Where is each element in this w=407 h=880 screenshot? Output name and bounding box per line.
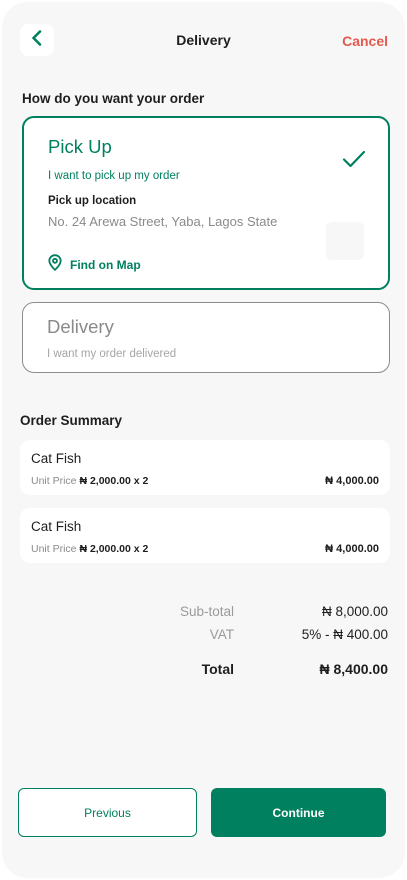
subtotal-value: ₦ 8,000.00 [321, 604, 388, 619]
delivery-screen: Delivery Cancel How do you want your ord… [2, 2, 405, 878]
item-unit-price: Unit Price ₦ 2,000.00 x 2 [31, 475, 148, 487]
vat-label: VAT [209, 627, 234, 642]
subtotal-row: Sub-total ₦ 8,000.00 [2, 604, 405, 622]
continue-button[interactable]: Continue [211, 788, 386, 837]
map-thumbnail-icon [326, 222, 364, 260]
find-on-map-link[interactable]: Find on Map [48, 254, 141, 276]
order-item: Cat Fish Unit Price ₦ 2,000.00 x 2 ₦ 4,0… [20, 440, 390, 495]
subtotal-label: Sub-total [179, 604, 234, 619]
unit-price-label: Unit Price [31, 475, 77, 487]
unit-price-value: ₦ 2,000.00 x 2 [79, 475, 149, 487]
location-pin-icon [48, 254, 62, 276]
unit-price-value: ₦ 2,000.00 x 2 [79, 543, 149, 555]
pickup-location-value: No. 24 Arewa Street, Yaba, Lagos State [48, 214, 278, 229]
order-summary-title: Order Summary [20, 413, 123, 428]
item-total: ₦ 4,000.00 [325, 475, 379, 487]
vat-value: 5% - ₦ 400.00 [301, 627, 388, 642]
order-method-question: How do you want your order [22, 91, 205, 106]
unit-price-label: Unit Price [31, 543, 77, 555]
item-name: Cat Fish [31, 519, 82, 534]
cancel-button[interactable]: Cancel [342, 33, 388, 49]
find-on-map-label: Find on Map [70, 258, 141, 272]
delivery-option-card[interactable]: Delivery I want my order delivered [22, 302, 390, 373]
header: Delivery Cancel [2, 24, 405, 56]
item-total: ₦ 4,000.00 [325, 543, 379, 555]
total-value: ₦ 8,400.00 [319, 661, 389, 677]
pickup-location-label: Pick up location [48, 195, 137, 207]
delivery-title: Delivery [47, 316, 114, 337]
pickup-title: Pick Up [48, 136, 112, 157]
check-icon [342, 150, 366, 173]
pickup-option-card[interactable]: Pick Up I want to pick up my order Pick … [22, 116, 390, 290]
item-name: Cat Fish [31, 451, 82, 466]
previous-button[interactable]: Previous [18, 788, 197, 837]
pickup-subtitle: I want to pick up my order [48, 170, 180, 182]
item-unit-price: Unit Price ₦ 2,000.00 x 2 [31, 543, 148, 555]
order-item: Cat Fish Unit Price ₦ 2,000.00 x 2 ₦ 4,0… [20, 508, 390, 563]
total-row: Total ₦ 8,400.00 [2, 661, 405, 679]
vat-row: VAT 5% - ₦ 400.00 [2, 627, 405, 645]
delivery-subtitle: I want my order delivered [47, 348, 177, 360]
total-label: Total [201, 661, 234, 677]
